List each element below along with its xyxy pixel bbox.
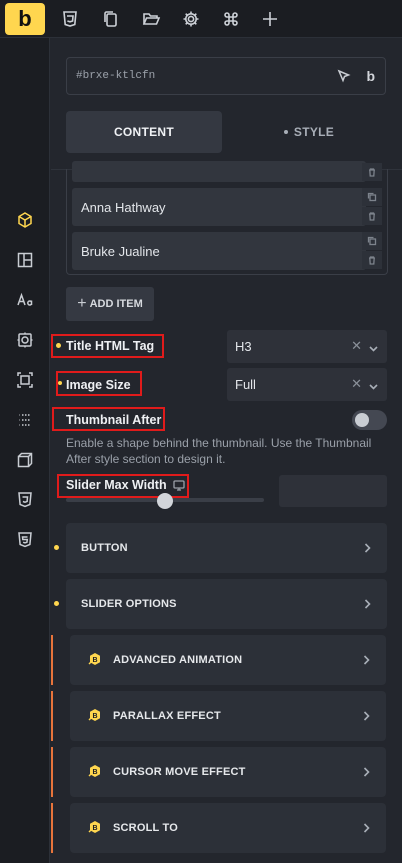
- modified-dot: [54, 601, 59, 606]
- tab-style[interactable]: STYLE: [231, 111, 387, 153]
- chevron-right-icon: [360, 821, 372, 839]
- addon-badge-icon: B: [88, 709, 100, 721]
- trash-icon[interactable]: [362, 207, 382, 225]
- clear-icon[interactable]: ✕: [351, 338, 362, 354]
- addon-marker: [51, 803, 53, 853]
- svg-text:B: B: [92, 769, 97, 776]
- tab-content[interactable]: CONTENT: [66, 111, 222, 153]
- addon-badge-icon: B: [88, 821, 100, 833]
- image-size-value: Full: [235, 377, 256, 392]
- section-box[interactable]: B ADVANCED ANIMATION: [70, 635, 386, 685]
- list-item-label: Anna Hathway: [81, 200, 166, 215]
- modified-dot: [56, 343, 61, 348]
- trash-icon[interactable]: [362, 163, 382, 181]
- thumbnail-after-label: Thumbnail After: [66, 413, 162, 427]
- addon-marker: [51, 691, 53, 741]
- list-item[interactable]: [72, 161, 366, 182]
- title-tag-value: H3: [235, 339, 252, 354]
- monitor-icon[interactable]: [173, 478, 185, 496]
- chevron-right-icon: [360, 765, 372, 783]
- typography-icon[interactable]: [15, 290, 35, 310]
- chevron-down-icon: [368, 341, 379, 359]
- section-slider-options[interactable]: SLIDER OPTIONS: [66, 579, 387, 629]
- repeater-list: Anna Hathway Bruke Jualine: [66, 161, 388, 275]
- section-box[interactable]: B CURSOR MOVE EFFECT: [70, 747, 386, 797]
- copy-icon[interactable]: [100, 8, 122, 30]
- image-size-select[interactable]: Full ✕: [227, 368, 387, 401]
- frame-icon[interactable]: [15, 370, 35, 390]
- gear-icon[interactable]: [180, 8, 202, 30]
- slider-handle[interactable]: [157, 493, 173, 509]
- section-parallax-effect[interactable]: B PARALLAX EFFECT: [51, 691, 402, 741]
- element-id: #brxe-ktlcfn: [76, 70, 156, 82]
- section-scroll-to[interactable]: B SCROLL TO: [51, 803, 402, 853]
- section-label: BUTTON: [81, 542, 128, 554]
- cursor-icon[interactable]: [337, 69, 351, 88]
- trash-icon[interactable]: [362, 251, 382, 269]
- html5-icon[interactable]: [15, 530, 35, 550]
- section-box[interactable]: B PARALLAX EFFECT: [70, 691, 386, 741]
- box-3d-icon[interactable]: [15, 450, 35, 470]
- plus-icon: +: [77, 295, 87, 312]
- chevron-right-icon: [360, 653, 372, 671]
- title-tag-select[interactable]: H3 ✕: [227, 330, 387, 363]
- section-label: SCROLL TO: [113, 822, 178, 834]
- toggle-knob: [355, 413, 369, 427]
- duplicate-icon[interactable]: [362, 232, 382, 250]
- grid-dots-icon[interactable]: [15, 410, 35, 430]
- top-toolbar: b: [0, 0, 402, 38]
- thumbnail-after-toggle[interactable]: [352, 410, 387, 430]
- modified-dot: [54, 545, 59, 550]
- add-item-button[interactable]: + ADD ITEM: [66, 287, 154, 321]
- element-panel: #brxe-ktlcfn b CONTENT STYLE Anna Hathwa…: [51, 38, 402, 863]
- addon-marker: [51, 635, 53, 685]
- section-label: PARALLAX EFFECT: [113, 710, 221, 722]
- left-rail: [0, 38, 50, 863]
- slider-max-width-input[interactable]: [279, 475, 387, 507]
- svg-text:B: B: [92, 713, 97, 720]
- add-item-label: ADD ITEM: [89, 298, 143, 310]
- section-label: ADVANCED ANIMATION: [113, 654, 243, 666]
- clear-icon[interactable]: ✕: [351, 376, 362, 392]
- slider-max-width-label: Slider Max Width: [66, 478, 167, 492]
- element-id-field[interactable]: #brxe-ktlcfn b: [66, 57, 386, 95]
- thumbnail-after-description: Enable a shape behind the thumbnail. Use…: [66, 436, 372, 466]
- style-dot-icon: [283, 130, 288, 134]
- command-icon[interactable]: [220, 8, 242, 30]
- section-button[interactable]: BUTTON: [66, 523, 387, 573]
- section-label: CURSOR MOVE EFFECT: [113, 766, 246, 778]
- plus-icon[interactable]: [259, 8, 281, 30]
- modified-dot: [58, 381, 62, 385]
- folder-open-icon[interactable]: [140, 8, 162, 30]
- bricks-badge[interactable]: b: [366, 68, 375, 84]
- list-item[interactable]: Bruke Jualine: [72, 232, 366, 270]
- chevron-down-icon: [368, 379, 379, 397]
- image-size-label: Image Size: [66, 378, 131, 392]
- css3-icon[interactable]: [59, 8, 81, 30]
- addon-marker: [51, 747, 53, 797]
- svg-text:B: B: [92, 657, 97, 664]
- section-cursor-move-effect[interactable]: B CURSOR MOVE EFFECT: [51, 747, 402, 797]
- chevron-right-icon: [361, 541, 373, 559]
- addon-badge-icon: B: [88, 765, 100, 777]
- chevron-right-icon: [361, 597, 373, 615]
- duplicate-icon[interactable]: [362, 188, 382, 206]
- section-label: SLIDER OPTIONS: [81, 598, 177, 610]
- list-item-label: Bruke Jualine: [81, 244, 160, 259]
- section-advanced-animation[interactable]: B ADVANCED ANIMATION: [51, 635, 402, 685]
- layout-icon[interactable]: [15, 250, 35, 270]
- cube-icon[interactable]: [15, 210, 35, 230]
- title-tag-label: Title HTML Tag: [66, 339, 155, 353]
- chevron-right-icon: [360, 709, 372, 727]
- addon-badge-icon: B: [88, 653, 100, 665]
- component-icon[interactable]: [15, 330, 35, 350]
- tab-style-label: STYLE: [293, 125, 335, 139]
- list-item[interactable]: Anna Hathway: [72, 188, 366, 226]
- section-box[interactable]: B SCROLL TO: [70, 803, 386, 853]
- bricks-logo[interactable]: b: [5, 3, 45, 35]
- css3-icon[interactable]: [15, 490, 35, 510]
- svg-text:B: B: [92, 825, 97, 832]
